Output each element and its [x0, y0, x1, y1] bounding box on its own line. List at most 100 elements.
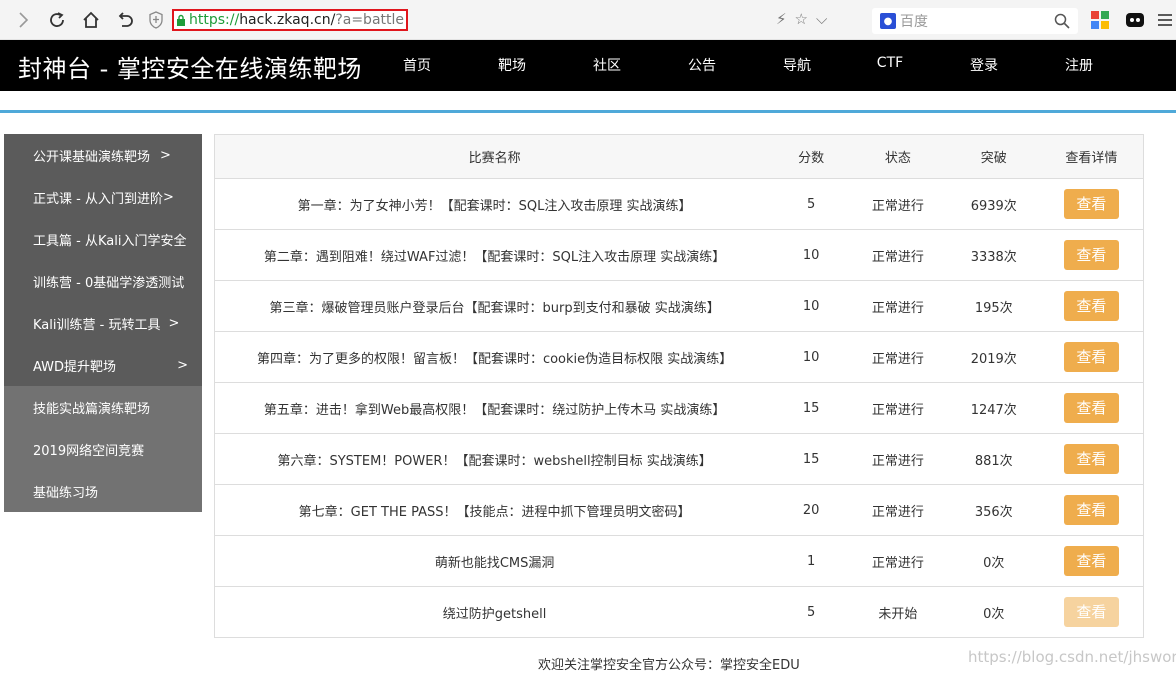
table-row: 第六章：SYSTEM！POWER！【配套课时：webshell控制目标 实战演练…	[214, 433, 1144, 485]
view-button[interactable]: 查看	[1063, 189, 1119, 219]
sidebar-item-formal-course[interactable]: 正式课 - 从入门到进阶 >	[4, 176, 202, 218]
sidebar-item-training-camp[interactable]: 训练营 - 0基础学渗透测试	[4, 260, 202, 302]
forward-icon[interactable]	[8, 5, 38, 35]
apps-grid-icon[interactable]	[1090, 10, 1110, 30]
challenge-score: 5	[774, 586, 848, 638]
challenge-status: 正常进行	[848, 229, 948, 281]
shield-icon[interactable]	[148, 11, 164, 29]
challenge-name: 第七章：GET THE PASS！【技能点：进程中抓下管理员明文密码】	[214, 484, 775, 536]
sidebar-item-label: AWD提升靶场	[33, 359, 117, 375]
challenge-status: 正常进行	[848, 280, 948, 332]
nav-register[interactable]: 注册	[1065, 55, 1093, 75]
lightning-icon[interactable]: ⚡	[776, 10, 787, 28]
sidebar-item-label: Kali训练营 - 玩转工具	[33, 317, 161, 333]
sidebar-item-label: 2019网络空间竞赛	[33, 443, 145, 459]
header-score: 分数	[774, 134, 848, 179]
table-header-row: 比赛名称 分数 状态 突破 查看详情	[214, 134, 1144, 179]
challenge-status: 正常进行	[848, 433, 948, 485]
challenge-name: 第四章：为了更多的权限！留言板！【配套课时：cookie伪造目标权限 实战演练】	[214, 331, 775, 383]
challenge-breakthrough: 2019次	[947, 331, 1040, 383]
footer-text: 欢迎关注掌控安全官方公众号：掌控安全EDU	[538, 658, 800, 673]
home-icon[interactable]	[76, 5, 106, 35]
view-button[interactable]: 查看	[1063, 393, 1119, 423]
challenge-name: 第三章：爆破管理员账户登录后台【配套课时：burp到支付和暴破 实战演练】	[214, 280, 775, 332]
challenge-breakthrough: 1247次	[947, 382, 1040, 434]
sidebar: 公开课基础演练靶场 > 正式课 - 从入门到进阶 > 工具篇 - 从Kali入门…	[4, 134, 202, 512]
challenge-breakthrough: 881次	[947, 433, 1040, 485]
view-button[interactable]: 查看	[1063, 240, 1119, 270]
sidebar-item-basics[interactable]: 基础练习场	[4, 470, 202, 512]
reload-icon[interactable]	[42, 5, 72, 35]
challenge-score: 1	[774, 535, 848, 587]
chevron-right-icon: >	[160, 147, 171, 163]
nav-navigation[interactable]: 导航	[783, 55, 811, 75]
table-row: 第五章：进击！拿到Web最高权限！【配套课时：绕过防护上传木马 实战演练】 15 正…	[214, 382, 1144, 434]
url-host: hack.zkaq.cn/	[239, 12, 336, 28]
view-button[interactable]: 查看	[1063, 291, 1119, 321]
table-row: 第七章：GET THE PASS！【技能点：进程中抓下管理员明文密码】 20 正常进…	[214, 484, 1144, 536]
undo-icon[interactable]	[110, 5, 140, 35]
site-title[interactable]: 封神台 - 掌控安全在线演练靶场	[18, 49, 362, 84]
view-button[interactable]: 查看	[1063, 444, 1119, 474]
challenge-status: 正常进行	[848, 484, 948, 536]
sidebar-item-skills[interactable]: 技能实战篇演练靶场	[4, 386, 202, 428]
view-button[interactable]: 查看	[1063, 597, 1119, 627]
challenge-score: 10	[774, 229, 848, 281]
chevron-right-icon: >	[168, 315, 180, 331]
chevron-right-icon: >	[177, 357, 188, 373]
challenge-name: 第一章：为了女神小芳！【配套课时：SQL注入攻击原理 实战演练】	[214, 178, 775, 230]
challenge-status: 正常进行	[848, 382, 948, 434]
nav-announcement[interactable]: 公告	[688, 55, 716, 75]
address-bar[interactable]: https://hack.zkaq.cn/?a=battle	[172, 9, 408, 31]
nav-range[interactable]: 靶场	[498, 55, 526, 75]
challenge-status: 正常进行	[848, 331, 948, 383]
challenge-status: 正常进行	[848, 178, 948, 230]
challenge-breakthrough: 3338次	[947, 229, 1040, 281]
challenge-breakthrough: 6939次	[947, 178, 1040, 230]
challenge-breakthrough: 356次	[947, 484, 1040, 536]
table-row: 萌新也能找CMS漏洞 1 正常进行 0次 查看	[214, 535, 1144, 587]
view-button[interactable]: 查看	[1063, 546, 1119, 576]
view-button[interactable]: 查看	[1063, 342, 1119, 372]
table-row: 第一章：为了女神小芳！【配套课时：SQL注入攻击原理 实战演练】 5 正常进行 693…	[214, 178, 1144, 230]
sidebar-item-label: 正式课 - 从入门到进阶	[33, 191, 163, 207]
challenge-status: 正常进行	[848, 535, 948, 587]
challenge-breakthrough: 0次	[947, 535, 1040, 587]
challenge-score: 15	[774, 433, 848, 485]
nav-login[interactable]: 登录	[970, 55, 998, 75]
nav-community[interactable]: 社区	[593, 55, 621, 75]
sidebar-item-2019-contest[interactable]: 2019网络空间竞赛	[4, 428, 202, 470]
sidebar-item-label: 训练营 - 0基础学渗透测试	[33, 275, 185, 291]
menu-icon[interactable]	[1155, 10, 1175, 30]
search-input[interactable]: ● 百度	[872, 8, 1078, 34]
sidebar-item-label: 公开课基础演练靶场	[33, 149, 151, 165]
challenge-table: 比赛名称 分数 状态 突破 查看详情 第一章：为了女神小芳！【配套课时：SQL注…	[214, 134, 1144, 638]
challenge-name: 萌新也能找CMS漏洞	[214, 535, 775, 587]
sidebar-item-label: 技能实战篇演练靶场	[33, 401, 151, 417]
chevron-down-icon[interactable]: ⌵	[816, 10, 827, 28]
header-details: 查看详情	[1039, 134, 1144, 179]
sidebar-item-awd[interactable]: AWD提升靶场 >	[4, 344, 202, 386]
url-scheme: https://	[189, 12, 240, 28]
extension-icon[interactable]	[1125, 10, 1145, 30]
view-button[interactable]: 查看	[1063, 495, 1119, 525]
header-divider	[0, 110, 1176, 113]
header-status: 状态	[848, 134, 948, 179]
challenge-score: 5	[774, 178, 848, 230]
sidebar-item-label: 基础练习场	[33, 485, 99, 501]
sidebar-item-tools[interactable]: 工具篇 - 从Kali入门学安全	[4, 218, 202, 260]
search-icon[interactable]	[1054, 13, 1070, 29]
sidebar-item-kali-camp[interactable]: Kali训练营 - 玩转工具 >	[4, 302, 202, 344]
star-icon[interactable]: ☆	[795, 10, 808, 28]
table-row: 第四章：为了更多的权限！留言板！【配套课时：cookie伪造目标权限 实战演练】…	[214, 331, 1144, 383]
nav-ctf[interactable]: CTF	[877, 55, 903, 71]
challenge-breakthrough: 0次	[947, 586, 1040, 638]
challenge-name: 第六章：SYSTEM！POWER！【配套课时：webshell控制目标 实战演练…	[214, 433, 775, 485]
sidebar-item-open-course[interactable]: 公开课基础演练靶场 >	[4, 134, 202, 176]
table-row: 第三章：爆破管理员账户登录后台【配套课时：burp到支付和暴破 实战演练】 10 正…	[214, 280, 1144, 332]
watermark: https://blog.csdn.net/jhsword	[968, 648, 1176, 666]
nav-home[interactable]: 首页	[403, 55, 431, 75]
challenge-score: 10	[774, 331, 848, 383]
table-row: 绕过防护getshell 5 未开始 0次 查看	[214, 586, 1144, 638]
header-breakthrough: 突破	[947, 134, 1040, 179]
